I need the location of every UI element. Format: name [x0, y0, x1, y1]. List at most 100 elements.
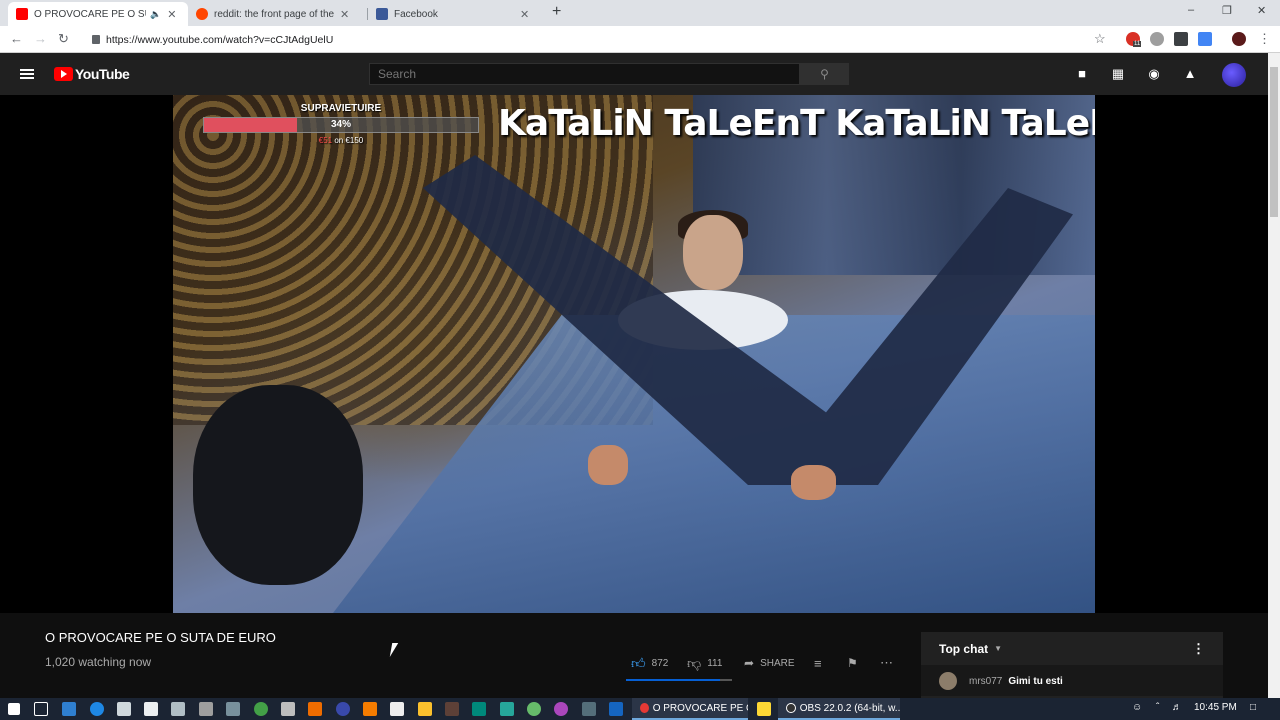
obs-icon — [786, 703, 796, 713]
translate-icon[interactable] — [1198, 32, 1212, 46]
video-frame[interactable]: SUPRAVIETUIRE 34% €51 on €150 KaTaLiN Ta… — [173, 95, 1095, 613]
chat-menu-icon[interactable]: ⋮ — [1192, 641, 1205, 657]
taskbar-app-icon[interactable] — [363, 702, 377, 716]
url-field[interactable]: https://www.youtube.com/watch?v=cCJtAdgU… — [92, 30, 1112, 49]
action-center-icon[interactable]: □ — [1250, 702, 1256, 713]
report-flag-icon[interactable]: ⚑ — [847, 654, 858, 672]
taskbar-app-icon[interactable] — [527, 702, 541, 716]
windows-taskbar: O PROVOCARE PE O... OBS 22.0.2 (64-bit, … — [0, 698, 1280, 720]
video-player[interactable]: SUPRAVIETUIRE 34% €51 on €150 KaTaLiN Ta… — [0, 95, 1268, 613]
chat-message: mrs077 Gimi tu esti — [921, 666, 1223, 696]
video-title: O PROVOCARE PE O SUTA DE EURO — [45, 630, 276, 645]
audio-playing-icon[interactable]: 🔈 — [150, 9, 161, 20]
chat-author[interactable]: mrs077 — [969, 676, 1002, 687]
video-camera-icon[interactable]: ■ — [1074, 66, 1090, 82]
windows-start-icon[interactable] — [8, 703, 20, 715]
photoshop-icon[interactable] — [609, 702, 623, 716]
chat-text: Gimi tu esti — [1008, 675, 1063, 687]
page-scrollbar[interactable] — [1268, 53, 1280, 700]
like-button[interactable]: 👍︎ 872 — [631, 654, 668, 672]
chat-mode-label: Top chat — [939, 641, 989, 656]
sentiment-bar — [626, 679, 732, 681]
taskbar-app-icon[interactable] — [445, 702, 459, 716]
sentiment-bar-dislike — [720, 679, 732, 681]
goal-label: SUPRAVIETUIRE — [300, 103, 382, 114]
close-tab-icon[interactable]: ✕ — [167, 8, 176, 21]
share-button[interactable]: ➦ SHARE — [744, 654, 795, 672]
apps-grid-icon[interactable]: ▦ — [1110, 66, 1126, 82]
taskbar-app-icon[interactable] — [171, 702, 185, 716]
chrome-menu-icon[interactable]: ⋮ — [1258, 31, 1271, 47]
goal-progress-bar: 34% — [203, 117, 479, 133]
tab-title: reddit: the front page of the inte — [214, 8, 334, 20]
profile-avatar-icon[interactable] — [1232, 32, 1246, 46]
chat-header[interactable]: Top chat ▼ ⋮ — [921, 632, 1223, 666]
bookmark-star-icon[interactable]: ☆ — [1094, 31, 1106, 47]
hamburger-menu-icon[interactable] — [20, 69, 34, 79]
back-icon[interactable]: ← — [10, 31, 23, 46]
minimize-icon[interactable]: – — [1188, 4, 1194, 16]
taskbar-task-chrome[interactable]: O PROVOCARE PE O... — [632, 698, 748, 720]
close-tab-icon[interactable]: ✕ — [340, 8, 349, 21]
file-explorer-icon[interactable] — [757, 702, 771, 716]
forward-icon[interactable]: → — [34, 31, 47, 46]
dislike-button[interactable]: 👎︎ 111 — [687, 654, 722, 672]
goal-raised: €51 — [318, 136, 333, 145]
reload-icon[interactable]: ↻ — [58, 31, 69, 47]
store-icon[interactable] — [117, 702, 131, 716]
taskbar-app-icon[interactable] — [554, 702, 568, 716]
browser-tab-strip: O PROVOCARE PE O SUTA DE 🔈 ✕ reddit: the… — [0, 0, 1280, 26]
close-tab-icon[interactable]: ✕ — [520, 8, 529, 21]
edge-icon[interactable] — [90, 702, 104, 716]
taskbar-app-icon[interactable] — [582, 702, 596, 716]
youtube-favicon-icon — [16, 8, 28, 20]
messages-icon[interactable]: ◉ — [1146, 66, 1162, 82]
stream-overlay-title: KaTaLiN TaLeEnT KaTaLiN TaLeEnT 32062 — [498, 103, 1095, 144]
notifications-bell-icon[interactable]: ▲ — [1182, 66, 1198, 82]
taskbar-task-obs[interactable]: OBS 22.0.2 (64-bit, w... — [778, 698, 900, 720]
search-input[interactable] — [369, 63, 800, 85]
taskbar-app-icon[interactable] — [418, 702, 432, 716]
people-icon[interactable]: ☺ — [1132, 702, 1142, 713]
facebook-favicon-icon — [376, 8, 388, 20]
person-hand-left — [588, 445, 628, 485]
tab-youtube[interactable]: O PROVOCARE PE O SUTA DE 🔈 ✕ — [8, 2, 188, 26]
chevron-up-icon[interactable]: ˆ — [1156, 702, 1159, 713]
search-button[interactable]: ⚲ — [800, 63, 849, 85]
extension-m-icon[interactable] — [1150, 32, 1164, 46]
volume-icon[interactable]: ♬ — [1172, 702, 1182, 713]
donation-goal-widget: SUPRAVIETUIRE 34% €51 on €150 — [203, 103, 479, 145]
add-to-playlist-icon[interactable]: ≡ — [814, 654, 822, 672]
taskbar-app-icon[interactable] — [500, 702, 514, 716]
reddit-favicon-icon — [196, 8, 208, 20]
taskbar-app-icon[interactable] — [254, 702, 268, 716]
taskbar-app-icon[interactable] — [199, 702, 213, 716]
scrollbar-thumb[interactable] — [1270, 67, 1278, 217]
youtube-logo[interactable]: YouTube — [54, 66, 130, 82]
tab-facebook[interactable]: Facebook ✕ — [368, 2, 548, 26]
dislike-count: 111 — [707, 657, 723, 669]
search-icon: ⚲ — [820, 67, 829, 81]
youtube-brand-text: YouTube — [75, 66, 130, 82]
task-label: OBS 22.0.2 (64-bit, w... — [799, 702, 900, 714]
maximize-icon[interactable]: ❐ — [1222, 4, 1232, 17]
taskbar-app-icon[interactable] — [62, 702, 76, 716]
url-text: https://www.youtube.com/watch?v=cCJtAdgU… — [106, 33, 334, 46]
more-actions-icon[interactable]: ⋯ — [880, 654, 893, 672]
taskbar-app-icon[interactable] — [308, 702, 322, 716]
task-view-icon[interactable] — [34, 702, 48, 716]
close-window-icon[interactable]: ✕ — [1257, 4, 1266, 17]
clock[interactable]: 10:45 PM — [1194, 702, 1237, 713]
account-avatar[interactable] — [1222, 63, 1246, 87]
taskbar-app-icon[interactable] — [281, 702, 295, 716]
share-arrow-icon: ➦ — [744, 656, 755, 670]
mail-icon[interactable] — [144, 702, 158, 716]
taskbar-app-icon[interactable] — [390, 702, 404, 716]
taskbar-app-icon[interactable] — [226, 702, 240, 716]
taskbar-app-icon[interactable] — [472, 702, 486, 716]
extension-puzzle-icon[interactable] — [1174, 32, 1188, 46]
taskbar-app-icon[interactable] — [336, 702, 350, 716]
new-tab-icon[interactable]: + — [552, 3, 561, 21]
youtube-play-icon — [54, 67, 73, 81]
tab-reddit[interactable]: reddit: the front page of the inte ✕ — [188, 2, 368, 26]
